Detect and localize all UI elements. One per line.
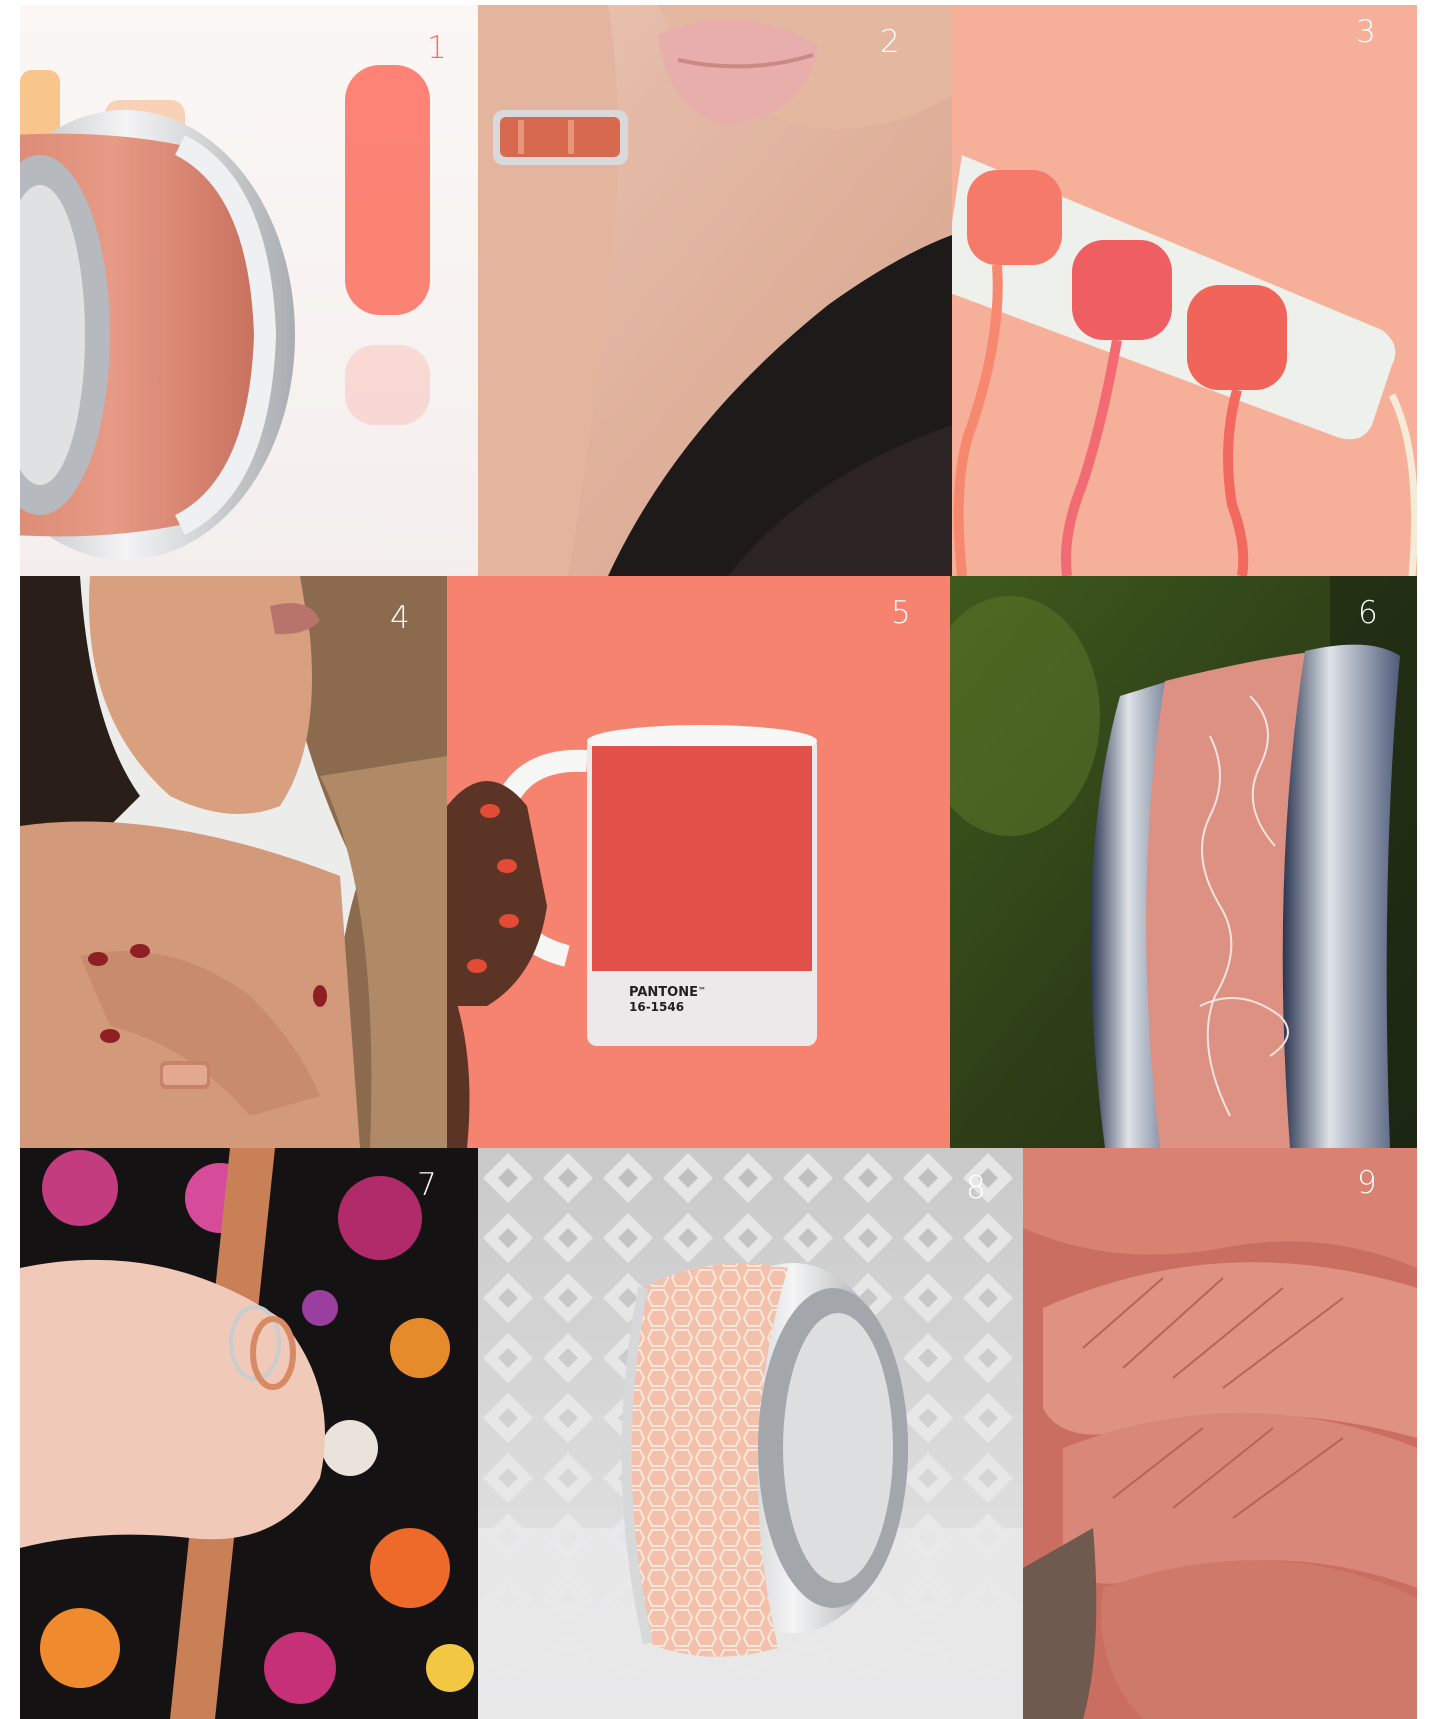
- coral-ring-image: [950, 576, 1417, 1148]
- floral-ring-image: [20, 1148, 478, 1719]
- mug-label: PANTONE™ 16-1546: [629, 985, 706, 1015]
- mug-brand: PANTONE: [629, 985, 698, 1000]
- pattern-ring-image: [478, 1148, 1023, 1719]
- tile-number-3: 3: [1356, 14, 1376, 50]
- tile-number-5: 5: [891, 595, 911, 631]
- photo-tile-mug: 5 PANTONE™ 16-1546: [447, 576, 950, 1148]
- tile-number-6: 6: [1358, 595, 1378, 631]
- photo-tile-ring: 1: [20, 5, 478, 576]
- mug-code: 16-1546: [629, 999, 685, 1014]
- woman-ring-image: [20, 576, 447, 1148]
- ring-image: [20, 5, 478, 576]
- mug-tm: ™: [697, 986, 706, 995]
- tile-number-2: 2: [880, 24, 900, 60]
- tile-number-7: 7: [417, 1167, 437, 1203]
- tile-number-4: 4: [390, 600, 410, 636]
- tile-number-1: 1: [427, 30, 447, 66]
- photo-tile-pattern-ring: 8: [478, 1148, 1023, 1719]
- photo-tile-mushroom: 9: [1023, 1148, 1417, 1719]
- mushroom-image: [1023, 1148, 1417, 1719]
- photo-tile-floral-ring: 7: [20, 1148, 478, 1719]
- ring-on-hand-image: [478, 5, 952, 576]
- photo-tile-power-strip: 3: [952, 5, 1417, 576]
- tile-number-9: 9: [1357, 1165, 1377, 1201]
- tile-number-8: 8: [966, 1170, 986, 1206]
- photo-tile-ring-on-hand: 2: [478, 5, 952, 576]
- power-strip-image: [952, 5, 1417, 576]
- photo-tile-coral-ring: 6: [950, 576, 1417, 1148]
- mug-image: [447, 576, 950, 1148]
- photo-tile-woman-ring: 4: [20, 576, 447, 1148]
